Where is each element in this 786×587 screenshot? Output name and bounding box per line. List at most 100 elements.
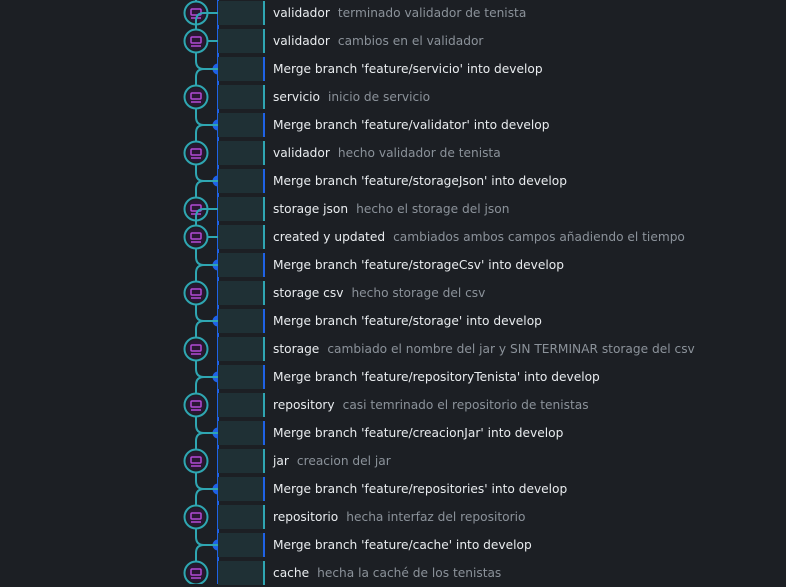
commit-row-highlight (218, 337, 264, 361)
commit-message: repository casi temrinado el repositorio … (273, 391, 589, 419)
commit-message: Merge branch 'feature/validator' into de… (273, 111, 550, 139)
commit-row[interactable]: validador terminado validador de tenista (0, 0, 786, 27)
commit-title: validador (273, 34, 330, 48)
commit-row[interactable]: repositorio hecha interfaz del repositori… (0, 503, 786, 531)
branch-marker (263, 57, 265, 81)
branch-marker (263, 197, 265, 221)
commit-description: creacion del jar (296, 454, 391, 468)
branch-marker (263, 477, 265, 501)
branch-marker (263, 225, 265, 249)
commit-row[interactable]: storage cambiado el nombre del jar y SIN … (0, 335, 786, 363)
commit-title: storage json (273, 202, 349, 216)
commit-row-highlight (218, 561, 264, 585)
commit-title: Merge branch 'feature/cache' into develo… (273, 538, 532, 552)
commit-row[interactable]: cache hecha la caché de los tenistas (0, 559, 786, 587)
commit-description: casi temrinado el repositorio de tenista… (342, 398, 589, 412)
commit-title: created y updated (273, 230, 386, 244)
commit-row-highlight (218, 141, 264, 165)
branch-marker (263, 141, 265, 165)
commit-description: hecho storage del csv (351, 286, 486, 300)
commit-title: Merge branch 'feature/validator' into de… (273, 118, 550, 132)
commit-row-highlight (218, 449, 264, 473)
merge-commit-row[interactable]: Merge branch 'feature/cache' into develo… (0, 531, 786, 559)
commit-message: servicio inicio de servicio (273, 83, 430, 111)
commit-message: Merge branch 'feature/servicio' into dev… (273, 55, 543, 83)
commit-title: Merge branch 'feature/creacionJar' into … (273, 426, 564, 440)
commit-message: storage cambiado el nombre del jar y SIN … (273, 335, 695, 363)
commit-message: Merge branch 'feature/repositoryTenista'… (273, 363, 600, 391)
commit-description: hecha interfaz del repositorio (346, 510, 526, 524)
commit-title: storage csv (273, 286, 344, 300)
commit-row-highlight (218, 197, 264, 221)
commit-row-highlight (218, 57, 264, 81)
commit-message: cache hecha la caché de los tenistas (273, 559, 501, 587)
commit-title: jar (273, 454, 289, 468)
commit-title: storage (273, 342, 320, 356)
commit-row-highlight (218, 533, 264, 557)
commit-title: Merge branch 'feature/servicio' into dev… (273, 62, 543, 76)
commit-message: Merge branch 'feature/storageJson' into … (273, 167, 567, 195)
commit-message: Merge branch 'feature/creacionJar' into … (273, 419, 563, 447)
commit-row-highlight (218, 309, 264, 333)
branch-marker (263, 253, 265, 277)
commit-title: Merge branch 'feature/storageCsv' into d… (273, 258, 564, 272)
merge-commit-row[interactable]: Merge branch 'feature/validator' into de… (0, 111, 786, 139)
commit-description: cambiado el nombre del jar y SIN TERMINA… (327, 342, 695, 356)
commit-row[interactable]: jar creacion del jar (0, 447, 786, 475)
commit-row[interactable]: servicio inicio de servicio (0, 83, 786, 111)
commit-row[interactable]: storage csv hecho storage del csv (0, 279, 786, 307)
commit-row[interactable]: created y updated cambiados ambos campos … (0, 223, 786, 251)
commit-message: created y updated cambiados ambos campos … (273, 223, 685, 251)
merge-commit-row[interactable]: Merge branch 'feature/servicio' into dev… (0, 55, 786, 83)
commit-title: servicio (273, 90, 321, 104)
commit-title: repositorio (273, 510, 339, 524)
branch-marker (263, 29, 265, 53)
merge-commit-row[interactable]: Merge branch 'feature/storageCsv' into d… (0, 251, 786, 279)
branch-marker (263, 533, 265, 557)
commit-description: cambios en el validador (337, 34, 484, 48)
commit-row[interactable]: validador cambios en el validador (0, 27, 786, 55)
branch-marker (263, 113, 265, 137)
commit-row-highlight (218, 365, 264, 389)
commit-row[interactable]: repository casi temrinado el repositorio … (0, 391, 786, 419)
commit-row-highlight (218, 281, 264, 305)
commit-message: Merge branch 'feature/storageCsv' into d… (273, 251, 564, 279)
merge-commit-row[interactable]: Merge branch 'feature/storageJson' into … (0, 167, 786, 195)
commit-message: Merge branch 'feature/storage' into deve… (273, 307, 542, 335)
commit-row-highlight (218, 113, 264, 137)
commit-title: Merge branch 'feature/repositoryTenista'… (273, 370, 600, 384)
branch-marker (263, 505, 265, 529)
commit-message: validador hecho validador de tenista (273, 139, 501, 167)
branch-marker (263, 421, 265, 445)
commit-row-highlight (218, 1, 264, 25)
merge-commit-row[interactable]: Merge branch 'feature/repositories' into… (0, 475, 786, 503)
merge-commit-row[interactable]: Merge branch 'feature/storage' into deve… (0, 307, 786, 335)
merge-commit-row[interactable]: Merge branch 'feature/creacionJar' into … (0, 419, 786, 447)
commit-row-highlight (218, 477, 264, 501)
commit-row[interactable]: validador hecho validador de tenista (0, 139, 786, 167)
commit-message: validador cambios en el validador (273, 27, 483, 55)
branch-marker (263, 169, 265, 193)
commit-row-highlight (218, 29, 264, 53)
commit-description: cambiados ambos campos añadiendo el tiem… (393, 230, 685, 244)
commit-message: repositorio hecha interfaz del repositori… (273, 503, 525, 531)
branch-marker (263, 449, 265, 473)
merge-commit-row[interactable]: Merge branch 'feature/repositoryTenista'… (0, 363, 786, 391)
commit-title: Merge branch 'feature/repositories' into… (273, 482, 568, 496)
commit-description: terminado validador de tenista (337, 6, 527, 20)
commit-row-highlight (218, 225, 264, 249)
commit-message: storage csv hecho storage del csv (273, 279, 485, 307)
branch-marker (263, 309, 265, 333)
branch-marker (263, 365, 265, 389)
branch-marker (263, 337, 265, 361)
commit-row-highlight (218, 393, 264, 417)
commit-row[interactable]: storage json hecho el storage del json (0, 195, 786, 223)
commit-description: hecho el storage del json (356, 202, 510, 216)
commit-row-highlight (218, 253, 264, 277)
commit-title: validador (273, 6, 330, 20)
commit-description: inicio de servicio (328, 90, 431, 104)
commit-title: cache (273, 566, 310, 580)
commit-message: jar creacion del jar (273, 447, 391, 475)
branch-marker (263, 85, 265, 109)
branch-marker (263, 561, 265, 585)
